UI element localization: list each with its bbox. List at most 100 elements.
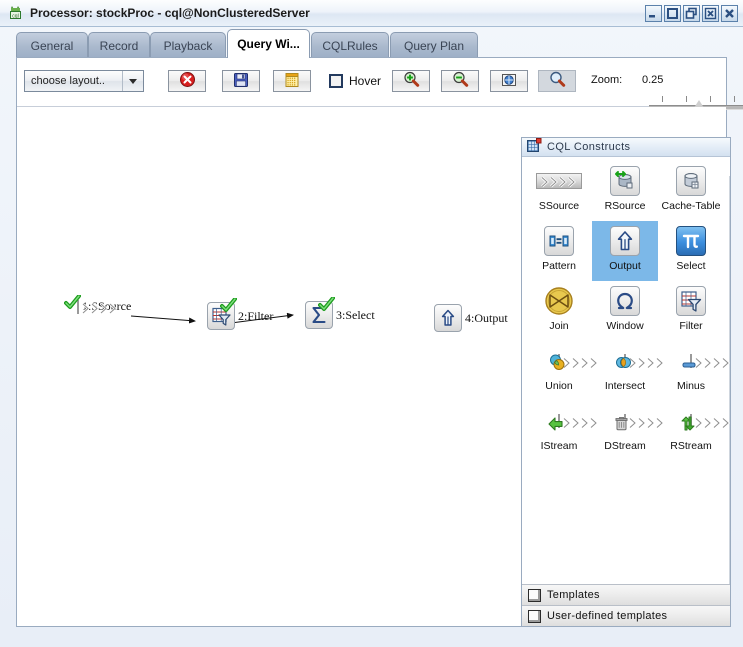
svg-text:cql: cql bbox=[12, 14, 18, 20]
content-pane: choose layout.. Hover Zoom: 0.25 1:SSour… bbox=[16, 57, 743, 627]
palette-item-label: DStream bbox=[604, 440, 646, 452]
palette-item-minus[interactable]: Minus bbox=[658, 341, 730, 401]
templates-label: Templates bbox=[547, 589, 600, 601]
zoom-in-button[interactable] bbox=[392, 70, 430, 92]
palette-item-rsource[interactable]: RSource bbox=[592, 161, 658, 221]
green-check-icon bbox=[64, 293, 81, 313]
sigma-select-icon bbox=[305, 296, 335, 329]
hover-checkbox-box[interactable] bbox=[329, 74, 343, 88]
delete-red-x-circle-icon bbox=[179, 71, 196, 91]
canvas-node-output[interactable]: 4:Output bbox=[434, 304, 508, 332]
rstream-icon bbox=[681, 404, 730, 438]
chevron-strip-icon bbox=[536, 164, 582, 198]
hover-checkbox-label: Hover bbox=[349, 74, 382, 88]
zoom-label: Zoom: bbox=[591, 74, 623, 86]
layout-select-value: choose layout.. bbox=[31, 75, 105, 87]
istream-icon bbox=[548, 404, 598, 438]
palette-item-window[interactable]: Window bbox=[592, 281, 658, 341]
zoom-select-button[interactable] bbox=[538, 70, 576, 92]
palette-item-ssource[interactable]: SSource bbox=[526, 161, 592, 221]
green-check-icon bbox=[220, 297, 237, 316]
palette-item-label: IStream bbox=[540, 440, 578, 452]
minus-icon bbox=[682, 344, 730, 378]
user-defined-templates-section[interactable]: User-defined templates bbox=[522, 605, 730, 626]
tab-query-wizard[interactable]: Query Wi... bbox=[227, 29, 310, 58]
intersect-icon bbox=[616, 344, 664, 378]
window-title: Processor: stockProc - cql@NonClusteredS… bbox=[30, 6, 310, 20]
palette-item-join[interactable]: Join bbox=[526, 281, 592, 341]
magnifier-icon bbox=[549, 71, 566, 91]
cql-constructs-grid: SSource RSource Cache-Table Pattern Outp… bbox=[526, 161, 730, 461]
palette-item-label: Pattern bbox=[542, 260, 576, 272]
delete-button[interactable] bbox=[168, 70, 206, 92]
palette-item-filter[interactable]: Filter bbox=[658, 281, 724, 341]
output-up-arrow-icon bbox=[434, 304, 462, 332]
title-bar: cql Processor: stockProc - cql@NonCluste… bbox=[0, 0, 743, 27]
chevron-down-icon bbox=[122, 71, 143, 91]
close-view-button[interactable] bbox=[702, 5, 719, 22]
palette-item-label: SSource bbox=[538, 200, 580, 212]
sstream-source-icon bbox=[64, 293, 117, 314]
grid-button[interactable] bbox=[273, 70, 311, 92]
panel-divider bbox=[729, 176, 730, 624]
palette-item-dstream[interactable]: DStream bbox=[592, 401, 664, 461]
layout-select[interactable]: choose layout.. bbox=[24, 70, 144, 92]
tab-strip: General Record Playback Query Wi... CQLR… bbox=[0, 27, 743, 58]
palette-item-intersect[interactable]: Intersect bbox=[592, 341, 664, 401]
join-icon bbox=[544, 284, 574, 318]
user-defined-templates-label: User-defined templates bbox=[547, 610, 668, 622]
palette-item-select[interactable]: Select bbox=[658, 221, 724, 281]
canvas-node-filter[interactable]: 2:Filter bbox=[207, 297, 274, 330]
zoom-value: 0.25 bbox=[642, 74, 664, 86]
pattern-icon bbox=[544, 224, 574, 258]
palette-item-label: Filter bbox=[679, 320, 703, 332]
zoom-out-button[interactable] bbox=[441, 70, 479, 92]
filter-icon bbox=[207, 297, 237, 330]
minimize-button[interactable] bbox=[645, 5, 662, 22]
palette-item-cache-table[interactable]: Cache-Table bbox=[658, 161, 724, 221]
window-buttons bbox=[645, 5, 738, 22]
fit-to-window-button[interactable] bbox=[490, 70, 528, 92]
dstream-icon bbox=[615, 404, 664, 438]
tab-playback[interactable]: Playback bbox=[150, 32, 226, 58]
palette-footer: Templates User-defined templates bbox=[522, 584, 730, 626]
tab-general[interactable]: General bbox=[16, 32, 88, 58]
maximize-button[interactable] bbox=[664, 5, 681, 22]
cql-app-icon: cql bbox=[7, 5, 24, 22]
palette-item-union[interactable]: Union bbox=[526, 341, 598, 401]
close-button[interactable] bbox=[721, 5, 738, 22]
edge-1-2 bbox=[130, 315, 196, 324]
relation-source-icon bbox=[610, 164, 640, 198]
output-up-arrow-icon bbox=[610, 224, 640, 258]
palette-item-label: Join bbox=[549, 320, 569, 332]
constructs-grid-icon bbox=[527, 138, 542, 156]
tab-query-plan[interactable]: Query Plan bbox=[390, 32, 478, 58]
tab-record[interactable]: Record bbox=[88, 32, 150, 58]
canvas-node-label: 3:Select bbox=[336, 307, 375, 322]
canvas-node-label: 2:Filter bbox=[238, 308, 274, 323]
palette-item-rstream[interactable]: RStream bbox=[658, 401, 730, 461]
cql-constructs-body: SSource RSource Cache-Table Pattern Outp… bbox=[522, 157, 730, 624]
hover-checkbox[interactable]: Hover bbox=[329, 72, 381, 90]
editor-toolbar: choose layout.. Hover Zoom: 0.25 bbox=[17, 58, 743, 111]
canvas-node-ssource[interactable]: 1:SSource bbox=[64, 293, 131, 314]
application-window: cql Processor: stockProc - cql@NonCluste… bbox=[0, 0, 743, 647]
palette-item-label: Union bbox=[545, 380, 573, 392]
palette-item-istream[interactable]: IStream bbox=[526, 401, 598, 461]
restore-button[interactable] bbox=[683, 5, 700, 22]
canvas-node-select[interactable]: 3:Select bbox=[305, 296, 375, 329]
templates-section[interactable]: Templates bbox=[522, 584, 730, 605]
palette-item-label: RSource bbox=[604, 200, 646, 212]
palette-item-label: Minus bbox=[676, 380, 705, 392]
magnifier-minus-icon bbox=[452, 71, 469, 91]
omega-window-icon bbox=[610, 284, 640, 318]
tab-cqlrules[interactable]: CQLRules bbox=[311, 32, 389, 58]
filter-icon bbox=[676, 284, 706, 318]
cql-constructs-header[interactable]: CQL Constructs bbox=[522, 138, 730, 157]
cql-constructs-title: CQL Constructs bbox=[547, 141, 631, 153]
palette-item-output[interactable]: Output bbox=[592, 221, 658, 281]
palette-item-label: Cache-Table bbox=[661, 200, 721, 212]
palette-item-label: Intersect bbox=[604, 380, 646, 392]
save-button[interactable] bbox=[222, 70, 260, 92]
palette-item-pattern[interactable]: Pattern bbox=[526, 221, 592, 281]
